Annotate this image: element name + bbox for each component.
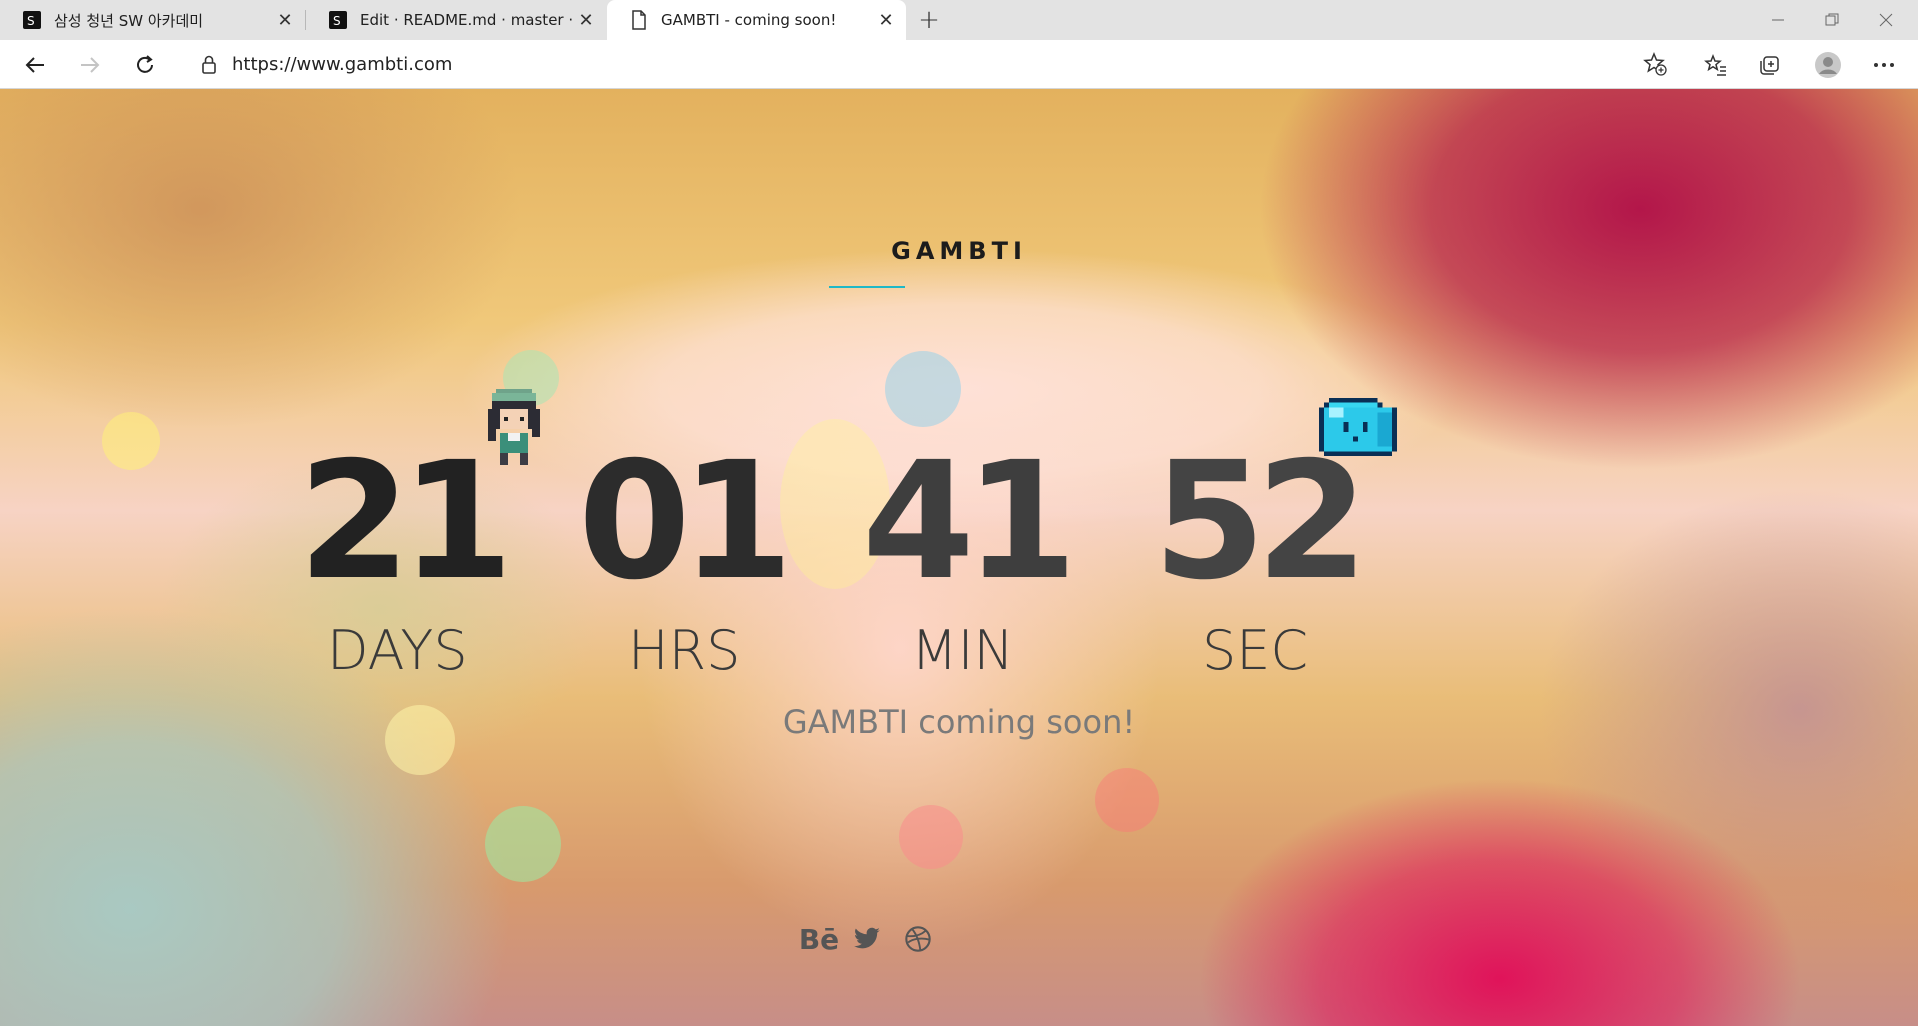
- back-icon[interactable]: [18, 48, 52, 82]
- new-tab-button[interactable]: +: [913, 4, 945, 36]
- twitter-icon[interactable]: [852, 921, 882, 957]
- bokeh-dot: [899, 805, 963, 869]
- countdown-minutes-value: 41: [862, 428, 1077, 616]
- svg-text:S: S: [333, 14, 341, 28]
- forward-icon[interactable]: [73, 48, 107, 82]
- collections-icon[interactable]: [1753, 48, 1787, 82]
- address-bar[interactable]: https://www.gambti.com: [180, 45, 1680, 83]
- ssafy-favicon: S: [22, 10, 42, 30]
- close-icon[interactable]: ✕: [872, 6, 900, 34]
- bokeh-dot: [102, 412, 160, 470]
- tab-title: 삼성 청년 SW 아카데미: [54, 11, 204, 30]
- countdown-hours-value: 01: [578, 428, 793, 616]
- restore-icon[interactable]: [1805, 0, 1859, 40]
- behance-icon[interactable]: Bē: [798, 921, 840, 957]
- tab-gambti[interactable]: GAMBTI - coming soon! ✕: [607, 0, 906, 40]
- close-icon[interactable]: ✕: [572, 6, 600, 34]
- profile-avatar-icon[interactable]: [1811, 48, 1845, 82]
- bokeh-dot: [485, 806, 561, 882]
- tab-strip: S 삼성 청년 SW 아카데미 ✕ S Edit · README.md · m…: [0, 0, 1918, 40]
- countdown-seconds-label: SEC: [1202, 619, 1309, 682]
- more-menu-icon[interactable]: [1867, 48, 1901, 82]
- gitlab-favicon: S: [328, 10, 348, 30]
- title-underline: [829, 286, 905, 288]
- countdown-days-value: 21: [298, 428, 513, 616]
- browser-toolbar: https://www.gambti.com: [0, 40, 1918, 89]
- countdown-days-label: DAYS: [327, 619, 468, 682]
- tab-gitlab[interactable]: S Edit · README.md · master · s04- ✕: [306, 0, 606, 40]
- favorites-icon[interactable]: [1699, 48, 1733, 82]
- close-icon[interactable]: ✕: [271, 6, 299, 34]
- page-icon: [629, 10, 649, 30]
- page-content: GAMBTI 21 01 41 52 DAYS HRS MIN SEC GAMB…: [0, 89, 1918, 1026]
- refresh-icon[interactable]: [128, 48, 162, 82]
- countdown-hours-label: HRS: [628, 619, 741, 682]
- bokeh-dot: [885, 351, 961, 427]
- tab-title: Edit · README.md · master · s04-: [360, 11, 572, 29]
- window-close-icon[interactable]: [1859, 0, 1913, 40]
- tab-ssafy[interactable]: S 삼성 청년 SW 아카데미 ✕: [0, 0, 305, 40]
- dribbble-icon[interactable]: [903, 921, 933, 957]
- tab-title: GAMBTI - coming soon!: [661, 11, 837, 29]
- brand-title: GAMBTI: [891, 237, 1027, 265]
- add-favorite-icon[interactable]: [1638, 47, 1672, 81]
- coming-soon-text: GAMBTI coming soon!: [782, 703, 1136, 741]
- minimize-icon[interactable]: [1751, 0, 1805, 40]
- countdown-seconds-value: 52: [1153, 428, 1368, 616]
- svg-text:S: S: [27, 14, 35, 28]
- url-text[interactable]: https://www.gambti.com: [232, 54, 1638, 75]
- countdown-minutes-label: MIN: [911, 619, 1014, 682]
- lock-icon[interactable]: [198, 53, 220, 75]
- bokeh-dot: [1095, 768, 1159, 832]
